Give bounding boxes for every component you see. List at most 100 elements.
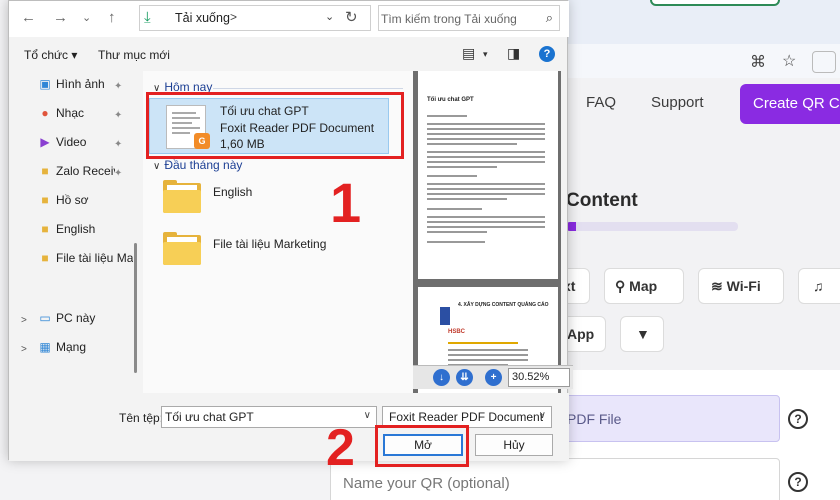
nav-item-label: Hồ sơ bbox=[56, 193, 89, 207]
nav-item-network[interactable]: ▦ Mạng bbox=[37, 340, 133, 362]
nav-item-english[interactable]: ■ English bbox=[37, 222, 133, 244]
music-icon: ● bbox=[41, 106, 49, 120]
pc-icon: ▭ bbox=[39, 311, 51, 325]
preview-pane: Tối ưu chat GPT 4. XÂY DỰNG CONTENT QUẢN… bbox=[413, 71, 561, 397]
folder-icon: ■ bbox=[41, 193, 49, 207]
pdf-upload-field[interactable]: PDF File bbox=[560, 395, 780, 442]
nav-item-label: Video bbox=[56, 135, 87, 149]
pin-icon[interactable]: ✦ bbox=[114, 168, 122, 179]
nav-item-this-pc[interactable]: ▭ PC này bbox=[37, 311, 133, 333]
organize-menu[interactable]: Tổ chức ▾ bbox=[24, 48, 77, 62]
forward-arrow-icon[interactable]: → bbox=[53, 9, 68, 26]
qr-type-wifi-label: Wi-Fi bbox=[726, 278, 761, 294]
upload-field-label: PDF File bbox=[567, 411, 622, 427]
chevron-down-icon[interactable]: ∨ bbox=[364, 410, 371, 421]
filename-value: Tối ưu chat GPT bbox=[165, 410, 254, 424]
file-open-dialog: ← → ⌄ ↑ ⤓ Tải xuống > ⌄ ↻ Tìm kiếm trong… bbox=[8, 0, 573, 461]
preview-toolbar: ↓ ⇊ + 30.52% bbox=[413, 365, 573, 389]
music-note-icon: ♫ bbox=[813, 278, 824, 294]
group-header-early-month[interactable]: ∨ Đầu tháng này bbox=[153, 158, 242, 172]
address-row: ← → ⌄ ↑ ⤓ Tải xuống > ⌄ ↻ Tìm kiếm trong… bbox=[9, 1, 569, 37]
wifi-icon: ≋ bbox=[711, 278, 727, 294]
preview-pane-icon[interactable]: ◨ bbox=[507, 45, 520, 62]
pin-icon[interactable]: ✦ bbox=[114, 81, 122, 92]
up-arrow-icon[interactable]: ↑ bbox=[108, 9, 116, 26]
folder-icon bbox=[163, 232, 201, 265]
browser-toolbar: ⌘ ☆ bbox=[560, 44, 840, 78]
qr-more-button[interactable]: ▼ bbox=[620, 316, 664, 352]
expand-chevron-icon[interactable]: > bbox=[21, 344, 27, 355]
preview-page2-logo: HSBC bbox=[448, 329, 466, 335]
collapse-chevron-icon: ∨ bbox=[153, 161, 161, 172]
folder-name: English bbox=[213, 185, 253, 199]
zoom-in-icon[interactable]: + bbox=[485, 369, 502, 386]
folder-icon bbox=[163, 180, 201, 213]
content-heading: Content bbox=[566, 190, 638, 211]
cancel-button[interactable]: Hủy bbox=[475, 434, 553, 456]
nav-faq[interactable]: FAQ bbox=[586, 94, 616, 111]
address-dropdown-icon[interactable]: ⌄ bbox=[325, 10, 334, 23]
nav-scrollbar[interactable] bbox=[134, 243, 137, 373]
search-icon: ⌕ bbox=[545, 10, 553, 25]
bookmark-star-icon[interactable]: ☆ bbox=[782, 51, 796, 71]
extension-icon[interactable] bbox=[812, 51, 836, 73]
qr-type-map-label: Map bbox=[629, 278, 658, 294]
qr-type-music[interactable]: ♫ bbox=[798, 268, 840, 304]
view-options-icon[interactable]: ▤ bbox=[462, 45, 475, 62]
nav-item-file-tai-lieu[interactable]: ■ File tài liệu Mar bbox=[37, 251, 133, 273]
pin-icon[interactable]: ✦ bbox=[114, 139, 122, 150]
qr-type-map[interactable]: ⚲ Map bbox=[604, 268, 684, 304]
search-placeholder: Tìm kiếm trong Tải xuống bbox=[381, 12, 517, 26]
refresh-icon[interactable]: ↻ bbox=[345, 8, 358, 26]
pictures-icon: ▣ bbox=[39, 77, 51, 91]
translate-icon[interactable]: ⌘ bbox=[750, 52, 766, 72]
search-input[interactable]: Tìm kiếm trong Tải xuống ⌕ bbox=[378, 5, 560, 31]
folder-icon: ■ bbox=[41, 251, 49, 265]
map-pin-icon: ⚲ bbox=[615, 278, 630, 294]
nav-item-label: PC này bbox=[56, 311, 96, 325]
dialog-toolbar: Tổ chức ▾ Thư mục mới ▤ ▾ ◨ ? bbox=[9, 41, 569, 71]
group-divider bbox=[213, 88, 403, 89]
zoom-select[interactable]: 30.52% bbox=[508, 368, 570, 387]
back-arrow-icon[interactable]: ← bbox=[21, 9, 36, 26]
expand-chevron-icon[interactable]: > bbox=[21, 315, 27, 326]
browser-tab[interactable] bbox=[650, 0, 780, 6]
nav-item-zalo[interactable]: ■ Zalo Receive bbox=[37, 164, 115, 186]
nav-support[interactable]: Support bbox=[651, 94, 704, 111]
create-qr-button[interactable]: Create QR Cod bbox=[740, 84, 840, 124]
help-button[interactable]: ? bbox=[539, 46, 555, 62]
help-icon[interactable]: ? bbox=[788, 409, 808, 429]
nav-item-label: Nhạc bbox=[56, 106, 85, 120]
step-number-2: 2 bbox=[326, 419, 355, 477]
pin-icon[interactable]: ✦ bbox=[114, 110, 122, 121]
video-icon: ▶ bbox=[40, 135, 50, 149]
breadcrumb-downloads[interactable]: Tải xuống bbox=[175, 11, 230, 25]
folder-icon: ■ bbox=[41, 164, 49, 178]
preview-page2-heading: 4. XÂY DỰNG CONTENT QUẢNG CÁO bbox=[458, 302, 549, 308]
nav-item-label: Hình ảnh bbox=[56, 77, 105, 91]
help-icon[interactable]: ? bbox=[788, 472, 808, 492]
folder-item-file-tai-lieu-marketing[interactable]: File tài liệu Marketing bbox=[163, 231, 393, 271]
address-bar[interactable]: ⤓ Tải xuống > ⌄ bbox=[139, 5, 371, 31]
nav-item-label: File tài liệu Mar bbox=[56, 251, 133, 265]
page-down-icon[interactable]: ↓ bbox=[433, 369, 450, 386]
step-number-1: 1 bbox=[330, 171, 362, 234]
page-last-icon[interactable]: ⇊ bbox=[456, 369, 473, 386]
network-icon: ▦ bbox=[39, 340, 51, 354]
recent-locations-chevron-icon[interactable]: ⌄ bbox=[82, 11, 91, 24]
highlight-box-step1 bbox=[146, 92, 404, 159]
new-folder-button[interactable]: Thư mục mới bbox=[98, 48, 170, 62]
qr-type-wifi[interactable]: ≋ Wi-Fi bbox=[698, 268, 784, 304]
view-dropdown-icon[interactable]: ▾ bbox=[483, 49, 488, 60]
group-header-label: Đầu tháng này bbox=[164, 158, 243, 172]
breadcrumb-chevron[interactable]: > bbox=[230, 10, 237, 24]
dialog-footer: Tên tệp: Tối ưu chat GPT ∨ Foxit Reader … bbox=[9, 393, 569, 461]
caret-down-icon: ▼ bbox=[636, 326, 650, 342]
navigation-pane: ▣ Hình ảnh ✦ ● Nhạc ✦ ▶ Video ✦ ■ Zalo Recei… bbox=[9, 71, 139, 393]
shield-logo-icon bbox=[440, 307, 450, 325]
nav-item-ho-so[interactable]: ■ Hồ sơ bbox=[37, 193, 133, 215]
preview-page-title: Tối ưu chat GPT bbox=[427, 97, 474, 103]
chevron-down-icon[interactable]: ∨ bbox=[539, 410, 546, 421]
filename-label: Tên tệp: bbox=[119, 411, 164, 425]
nav-item-label: Zalo Receive bbox=[56, 164, 115, 178]
